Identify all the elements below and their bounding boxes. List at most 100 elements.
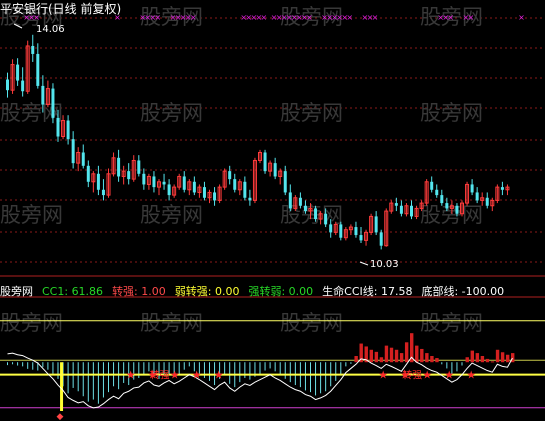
candle: [117, 149, 121, 182]
candle-body: [16, 64, 20, 81]
cci-bar-up: [415, 345, 419, 363]
candle: [91, 171, 96, 193]
candle: [475, 187, 479, 204]
candle: [25, 40, 30, 94]
candle: [192, 176, 196, 196]
candle-body: [36, 53, 40, 86]
indicator-legend-item: CC1: 61.86: [42, 285, 104, 298]
indicator-legend-item: 强转弱: 0.00: [248, 285, 314, 298]
candle: [228, 165, 232, 185]
candle: [369, 213, 374, 236]
candle-body: [324, 213, 328, 225]
candle: [399, 200, 403, 217]
candle: [410, 200, 413, 220]
candle: [66, 115, 70, 145]
signal-star: ★: [170, 369, 180, 382]
candle-body: [339, 224, 343, 238]
signal-star: ★: [214, 369, 224, 382]
candle-body: [192, 181, 196, 193]
candle: [213, 187, 217, 206]
candle-body: [354, 227, 358, 236]
candle: [485, 192, 489, 209]
indicator-legend: 股旁网 CC1: 61.86 转强: 1.00 弱转强: 0.00 强转弱: 0.00 生…: [0, 283, 513, 299]
candle: [131, 155, 136, 182]
candle: [263, 149, 267, 174]
candle-body: [182, 176, 186, 190]
candle-body: [6, 79, 9, 91]
top-mark: ×: [190, 13, 197, 22]
candle-body: [303, 205, 307, 212]
cci-bar-up: [490, 361, 495, 363]
candle: [172, 184, 177, 198]
candle-body: [202, 187, 206, 198]
cci-bar-up: [505, 354, 510, 363]
indicator-legend-item: 底部线: -100.00: [421, 285, 505, 298]
cci-bar-up: [384, 345, 389, 363]
cci-bar-up: [435, 358, 439, 363]
candle-body: [435, 189, 439, 196]
watermark-text: 股旁网: [0, 203, 63, 227]
candle: [177, 173, 182, 190]
candle: [354, 221, 358, 238]
cci-bar-up: [399, 353, 404, 363]
candle: [101, 179, 105, 201]
candle: [252, 157, 257, 204]
chart-title: 平安银行(日线 前复权): [0, 2, 122, 16]
watermark-text: 股旁网: [420, 101, 483, 125]
cci-bar-up: [500, 352, 505, 363]
candle: [81, 144, 85, 169]
candle-body: [51, 88, 55, 118]
candle: [359, 227, 363, 244]
svg-text:14.06: 14.06: [36, 24, 65, 35]
candle: [293, 195, 298, 212]
cci-bar-up: [354, 356, 358, 363]
cci-bar-up: [420, 348, 424, 363]
candle-body: [500, 187, 504, 190]
indicator-legend-item: 弱转强: 0.00: [174, 285, 240, 298]
candle: [505, 184, 510, 196]
signal-star: ★: [378, 369, 388, 382]
candle-body: [273, 163, 277, 177]
candle-body: [445, 203, 449, 209]
candle-body: [21, 80, 25, 92]
candle-body: [430, 181, 434, 190]
candle-body: [329, 224, 333, 233]
candle-body: [394, 203, 398, 206]
candle: [51, 83, 55, 124]
candle: [152, 171, 156, 193]
cci-bar-up: [495, 349, 500, 363]
candle-body: [127, 171, 131, 180]
candle: [500, 181, 504, 196]
candle: [273, 157, 277, 180]
candle: [6, 72, 9, 98]
candle-body: [31, 45, 35, 54]
candle: [414, 205, 419, 220]
candle-body: [152, 176, 156, 188]
candle: [137, 155, 141, 177]
cci-bar-up: [480, 356, 485, 363]
candle: [237, 179, 242, 196]
candle: [339, 221, 343, 241]
top-mark: ×: [468, 13, 475, 22]
signal-label: 转强: [402, 369, 422, 382]
candle-body: [167, 184, 171, 196]
candle: [197, 184, 202, 198]
candle-body: [228, 171, 232, 180]
candle: [71, 131, 75, 169]
candle: [343, 227, 348, 241]
candle-body: [117, 157, 121, 177]
cci-bar-up: [430, 356, 434, 363]
candle-body: [359, 235, 363, 241]
candle: [465, 181, 470, 206]
candle-body: [233, 179, 237, 190]
cci-bar-up: [465, 357, 469, 363]
signal-star: ★: [444, 369, 454, 382]
indicator-legend-item: 转强: 1.00: [112, 285, 166, 298]
candle: [470, 179, 474, 196]
candle: [96, 165, 100, 196]
cci-bar-up: [369, 349, 373, 363]
bottom-signal-mark: ◆: [57, 412, 64, 421]
candle-body: [142, 173, 146, 185]
indicator-pane: ★ ★ ★ ★ ★转强 ★ ★ ★ ★ ★转强◆: [0, 320, 545, 421]
indicator-legend-item: 生命CCI线: 17.58: [322, 285, 413, 298]
